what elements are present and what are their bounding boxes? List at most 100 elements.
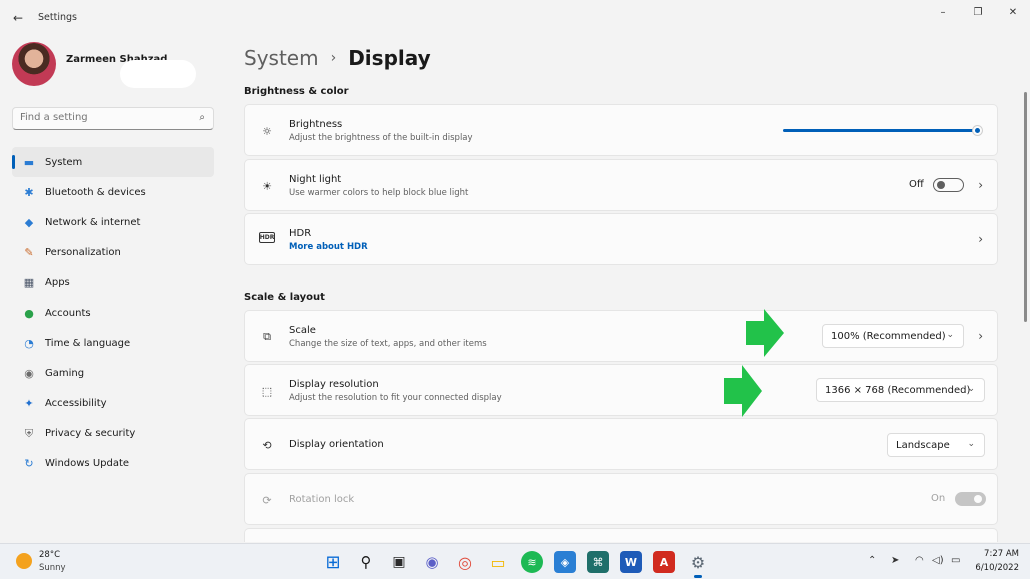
taskbar: 28°C Sunny ⊞ ⚲ ▣ ◉ ◎ ▭ ≋ ◈ ⌘ W A ⚙ ⌃ ➤ ◠…: [0, 543, 1030, 579]
sidebar-item-windows-update[interactable]: ↻ Windows Update: [12, 449, 214, 479]
sidebar-item-label: Personalization: [45, 247, 121, 259]
redaction-mask: [120, 60, 196, 88]
start-icon[interactable]: ⊞: [322, 551, 344, 573]
brightness-title: Brightness: [289, 119, 343, 130]
accessibility-icon: ✦: [24, 397, 34, 411]
battery-icon[interactable]: ▭: [951, 555, 960, 566]
breadcrumb-separator-icon: ›: [330, 50, 337, 66]
resolution-title: Display resolution: [289, 379, 379, 390]
hdr-title: HDR: [289, 228, 312, 239]
teams-chat-icon[interactable]: ◉: [421, 551, 443, 573]
apps-icon: ▦: [23, 276, 35, 290]
rotation-lock-title: Rotation lock: [289, 494, 355, 505]
back-button[interactable]: ←: [8, 10, 28, 26]
resolution-value: 1366 × 768 (Recommended): [825, 384, 971, 396]
brightness-slider[interactable]: [783, 129, 979, 132]
chevron-right-icon: ›: [978, 232, 983, 246]
hdr-card[interactable]: HDR HDR More about HDR ›: [244, 213, 998, 265]
page-title: Display: [348, 46, 431, 70]
rotation-lock-card: ⟳ Rotation lock: [244, 473, 998, 525]
scale-subtitle: Change the size of text, apps, and other…: [289, 339, 487, 349]
title-bar: ← Settings – ❐ ✕: [0, 0, 1030, 36]
rotation-lock-toggle-label: On: [931, 493, 946, 504]
chevron-right-icon: ›: [978, 178, 983, 192]
brush-icon: ✎: [24, 246, 34, 260]
night-light-icon: ☀: [262, 179, 272, 193]
sun-icon[interactable]: [16, 553, 32, 569]
chevron-up-icon[interactable]: ⌃: [868, 555, 876, 566]
breadcrumb: System › Display: [244, 44, 431, 72]
sidebar-item-personalization[interactable]: ✎ Personalization: [12, 238, 214, 268]
resolution-dropdown[interactable]: 1366 × 768 (Recommended) ⌄: [816, 378, 985, 402]
sidebar-item-apps[interactable]: ▦ Apps: [12, 268, 214, 298]
minimize-button[interactable]: –: [926, 6, 960, 20]
sidebar-item-label: Gaming: [45, 367, 85, 379]
breadcrumb-parent[interactable]: System: [244, 46, 319, 70]
wifi-icon[interactable]: ◠: [915, 555, 924, 566]
location-icon[interactable]: ➤: [891, 555, 899, 566]
spotify-icon[interactable]: ≋: [521, 551, 543, 573]
search-box[interactable]: ⌕: [12, 107, 214, 130]
sidebar-item-gaming[interactable]: ◉ Gaming: [12, 358, 214, 388]
more-about-hdr-link[interactable]: More about HDR: [289, 242, 368, 252]
close-button[interactable]: ✕: [996, 6, 1030, 20]
sidebar-item-time-language[interactable]: ◔ Time & language: [12, 328, 214, 358]
section-title-brightness-color: Brightness & color: [244, 86, 349, 97]
sidebar-item-privacy[interactable]: ⛨ Privacy & security: [12, 419, 214, 449]
file-explorer-icon[interactable]: ▭: [487, 551, 509, 573]
green-arrow-icon: [746, 309, 784, 357]
brightness-slider-thumb[interactable]: [973, 126, 982, 135]
task-view-icon[interactable]: ▣: [388, 551, 410, 573]
sidebar-item-label: Apps: [45, 277, 70, 289]
sidebar-item-network[interactable]: ◆ Network & internet: [12, 207, 214, 237]
sidebar-item-accounts[interactable]: ● Accounts: [12, 298, 214, 328]
back-arrow-icon: ←: [12, 11, 24, 25]
section-title-scale-layout: Scale & layout: [244, 292, 325, 303]
clock-time[interactable]: 7:27 AM: [979, 549, 1019, 559]
weather-temperature[interactable]: 28°C: [39, 550, 60, 560]
app-icon[interactable]: ◈: [554, 551, 576, 573]
search-input[interactable]: [20, 112, 180, 123]
volume-icon[interactable]: ◁): [932, 555, 944, 566]
sidebar-item-label: Time & language: [45, 337, 131, 349]
sidebar-item-label: Bluetooth & devices: [45, 186, 146, 198]
chevron-down-icon: ⌄: [946, 330, 954, 340]
night-light-toggle[interactable]: [933, 178, 964, 192]
clock-date[interactable]: 6/10/2022: [973, 563, 1019, 573]
search-icon[interactable]: ⚲: [355, 551, 377, 573]
chrome-icon[interactable]: ◎: [454, 551, 476, 573]
chevron-down-icon: ⌄: [967, 439, 975, 449]
next-card-partial: [244, 528, 998, 542]
scrollbar[interactable]: [1024, 92, 1027, 322]
bluetooth-icon: ✱: [24, 185, 34, 199]
rotation-lock-toggle[interactable]: [955, 492, 986, 506]
sidebar-item-accessibility[interactable]: ✦ Accessibility: [12, 389, 214, 419]
monitor-icon: ▬: [23, 155, 35, 169]
night-light-toggle-label: Off: [909, 179, 924, 190]
acrobat-icon[interactable]: A: [653, 551, 675, 573]
scale-value: 100% (Recommended): [831, 330, 946, 342]
sidebar-item-system[interactable]: ▬ System: [12, 147, 214, 178]
settings-gear-icon[interactable]: ⚙: [687, 551, 709, 578]
weather-description[interactable]: Sunny: [39, 563, 66, 573]
green-arrow-icon: [724, 365, 762, 417]
sidebar-item-label: System: [45, 156, 83, 168]
user-profile[interactable]: Zarmeen Shahzad: [12, 42, 212, 90]
wifi-icon: ◆: [24, 215, 34, 229]
scale-dropdown[interactable]: 100% (Recommended) ⌄: [822, 324, 964, 348]
orientation-dropdown[interactable]: Landscape ⌄: [887, 433, 985, 457]
toggle-knob: [974, 495, 982, 503]
restore-button[interactable]: ❐: [961, 6, 995, 20]
brightness-icon: ☼: [262, 124, 272, 138]
night-light-card[interactable]: ☀ Night light Use warmer colors to help …: [244, 159, 998, 211]
resolution-icon: ⬚: [261, 384, 273, 398]
search-icon[interactable]: ⌕: [199, 112, 205, 123]
avatar: [12, 42, 56, 86]
resolution-subtitle: Adjust the resolution to fit your connec…: [289, 393, 502, 403]
sidebar-item-label: Accounts: [45, 307, 91, 319]
app-icon[interactable]: ⌘: [587, 551, 609, 573]
brightness-subtitle: Adjust the brightness of the built-in di…: [289, 133, 473, 143]
shield-icon: ⛨: [24, 426, 34, 440]
sidebar-item-bluetooth[interactable]: ✱ Bluetooth & devices: [12, 177, 214, 207]
word-icon[interactable]: W: [620, 551, 642, 573]
